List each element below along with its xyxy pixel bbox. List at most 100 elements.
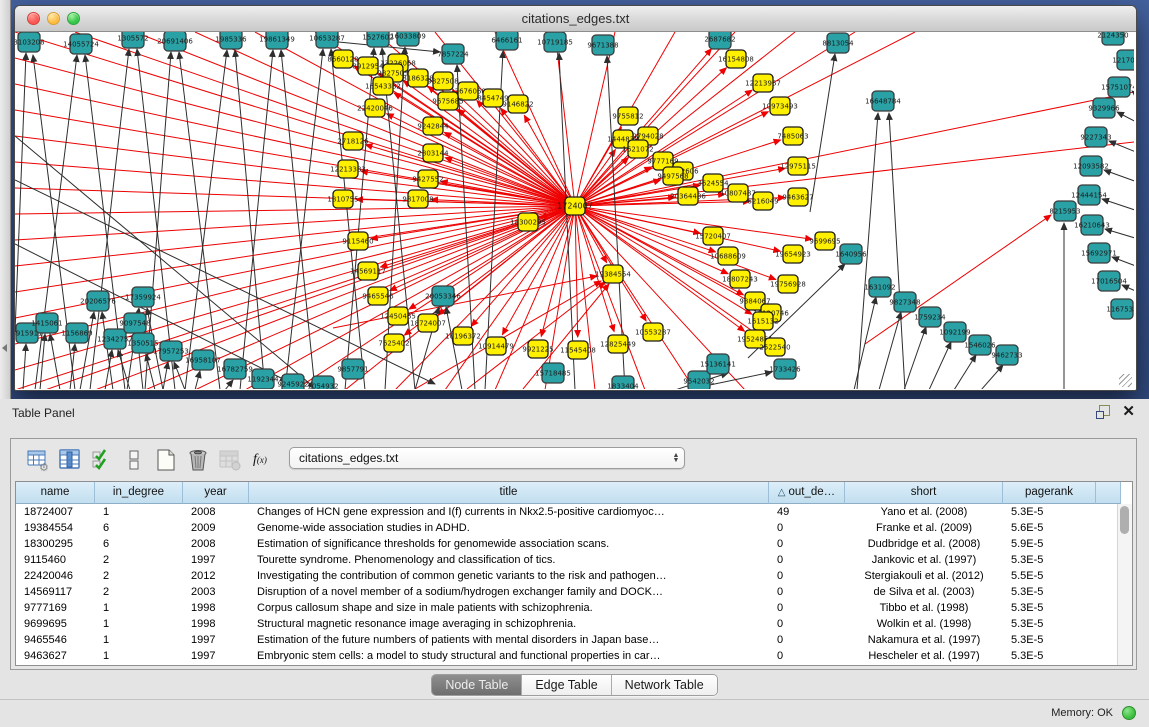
- table-cell: 22420046: [16, 568, 95, 584]
- graph-node-label: 9671388: [587, 42, 618, 50]
- column-header[interactable]: in_degree: [95, 482, 183, 504]
- table-cell: 1: [95, 648, 183, 664]
- table-cell: Jankovic et al. (1997): [845, 552, 1003, 568]
- table-cell: Yano et al. (2008): [845, 504, 1003, 520]
- graph-node-label: 20364486: [670, 193, 706, 201]
- table-cell: 6: [95, 536, 183, 552]
- graph-node-label: 2124350: [1097, 32, 1128, 40]
- table-cell: 1997: [183, 632, 249, 648]
- citation-edge-red: [575, 32, 615, 206]
- network-window-title: citations_edges.txt: [522, 11, 630, 26]
- citation-edge-red: [575, 206, 812, 239]
- graph-node-label: 18807243: [722, 276, 758, 284]
- graph-node-label: 1415061: [31, 320, 62, 328]
- citation-edge-red: [15, 32, 575, 206]
- application-desktop: citations_edges.txt 81032081405572413055…: [0, 0, 1149, 399]
- graph-node-label: 16154808: [718, 56, 754, 64]
- network-window-titlebar[interactable]: citations_edges.txt: [15, 6, 1136, 32]
- graph-node-label: 16543382: [365, 83, 401, 91]
- graph-node-label: 1615132: [747, 318, 778, 326]
- delete-table-icon[interactable]: [185, 447, 211, 473]
- table-tabs: Node TableEdge TableNetwork Table: [431, 674, 717, 696]
- graph-node-label: 1156869: [61, 330, 92, 338]
- table-row[interactable]: 911546021997Tourette syndrome. Phenomeno…: [16, 552, 1132, 568]
- table-cell: 9699695: [16, 616, 95, 632]
- table-cell: 49: [769, 504, 845, 520]
- table-cell: 1: [95, 616, 183, 632]
- table-cell: Structural magnetic resonance image aver…: [249, 616, 769, 632]
- graph-node-label: 16782759: [217, 366, 253, 374]
- node-table[interactable]: namein_degreeyeartitle△out_de…shortpager…: [15, 481, 1133, 666]
- graph-node-label: 9827508: [427, 78, 458, 86]
- tab-edge-table[interactable]: Edge Table: [522, 675, 611, 695]
- svg-text:⚙: ⚙: [39, 462, 49, 472]
- column-header[interactable]: short: [845, 482, 1003, 504]
- table-cell: 1997: [183, 552, 249, 568]
- select-attributes-icon[interactable]: [89, 447, 115, 473]
- graph-node-label: 1054932: [307, 383, 338, 390]
- table-cell: 2003: [183, 584, 249, 600]
- table-row[interactable]: 1872400712008Changes of HCN gene express…: [16, 504, 1132, 520]
- citation-edge-black: [285, 49, 323, 389]
- column-header[interactable]: name: [16, 482, 95, 504]
- table-vertical-scrollbar[interactable]: [1117, 504, 1132, 665]
- graph-node-label: 9497568: [657, 173, 688, 181]
- table-row[interactable]: 1456911722003Disruption of a novel membe…: [16, 584, 1132, 600]
- scrollbar-thumb[interactable]: [1120, 506, 1129, 534]
- column-header[interactable]: [1096, 482, 1121, 504]
- table-cell: 5.6E-5: [1003, 520, 1096, 536]
- graph-node-label: 1833404: [607, 383, 639, 390]
- table-row[interactable]: 2242004622012Investigating the contribut…: [16, 568, 1132, 584]
- network-canvas[interactable]: 8103208140557241305572206914061985336198…: [15, 32, 1134, 389]
- graph-node-label: 7625402: [378, 340, 409, 348]
- create-table-icon[interactable]: [153, 447, 179, 473]
- row-height-icon[interactable]: [121, 447, 147, 473]
- graph-node-label: 19384554: [595, 271, 631, 279]
- minimize-button[interactable]: [47, 12, 60, 25]
- table-cell: 0: [769, 616, 845, 632]
- table-panel-title: Table Panel: [12, 406, 75, 420]
- close-panel-icon[interactable]: ✕: [1122, 405, 1135, 419]
- column-header[interactable]: △out_de…: [769, 482, 845, 504]
- window-resize-grip[interactable]: [1119, 374, 1132, 387]
- table-row[interactable]: 946362711997Embryonic stem cells: a mode…: [16, 648, 1132, 664]
- table-row[interactable]: 1830029562008Estimation of significance …: [16, 536, 1132, 552]
- table-cell: 2008: [183, 504, 249, 520]
- close-button[interactable]: [27, 12, 40, 25]
- table-row[interactable]: 977716911998Corpus callosum shape and si…: [16, 600, 1132, 616]
- table-panel-header: Table Panel ✕: [0, 399, 1149, 429]
- table-cell: 5.3E-5: [1003, 600, 1096, 616]
- graph-node-label: 1217054: [1112, 57, 1134, 65]
- table-settings-icon[interactable]: ⚙: [25, 447, 51, 473]
- tab-network-table[interactable]: Network Table: [612, 675, 717, 695]
- panel-expand-arrow-icon[interactable]: [2, 344, 7, 352]
- zoom-button[interactable]: [67, 12, 80, 25]
- table-cell: 0: [769, 584, 845, 600]
- show-column-icon[interactable]: [57, 447, 83, 473]
- graph-node-label: 10973493: [762, 103, 798, 111]
- graph-node-label: 1733426: [769, 366, 801, 374]
- column-header[interactable]: pagerank: [1003, 482, 1096, 504]
- graph-node-label: 9245922: [277, 381, 308, 389]
- table-row[interactable]: 969969511998Structural magnetic resonanc…: [16, 616, 1132, 632]
- table-cell: 9115460: [16, 552, 95, 568]
- column-header[interactable]: title: [249, 482, 769, 504]
- column-header[interactable]: year: [183, 482, 249, 504]
- graph-node-label: 9675685: [432, 98, 463, 106]
- graph-node-label: 9921225: [522, 346, 553, 354]
- citation-edge-red: [75, 32, 575, 206]
- table-cell: Corpus callosum shape and size in male p…: [249, 600, 769, 616]
- tab-node-table[interactable]: Node Table: [432, 675, 522, 695]
- table-row[interactable]: 946554611997Estimation of the future num…: [16, 632, 1132, 648]
- graph-node-label: 1350515: [127, 340, 158, 348]
- table-selector-dropdown[interactable]: citations_edges.txt ▲▼: [289, 447, 685, 469]
- float-panel-icon[interactable]: [1096, 405, 1110, 419]
- collapsed-control-panel-strip[interactable]: [0, 0, 11, 399]
- function-builder-icon[interactable]: f(x): [253, 452, 267, 468]
- graph-node-label: 9542032: [683, 378, 714, 386]
- citation-edge-red: [245, 206, 575, 389]
- network-view-window[interactable]: citations_edges.txt 81032081405572413055…: [14, 5, 1137, 391]
- graph-node-label: 12213383: [330, 166, 366, 174]
- table-row[interactable]: 1938455462009Genome-wide association stu…: [16, 520, 1132, 536]
- memory-status-indicator[interactable]: [1122, 706, 1136, 720]
